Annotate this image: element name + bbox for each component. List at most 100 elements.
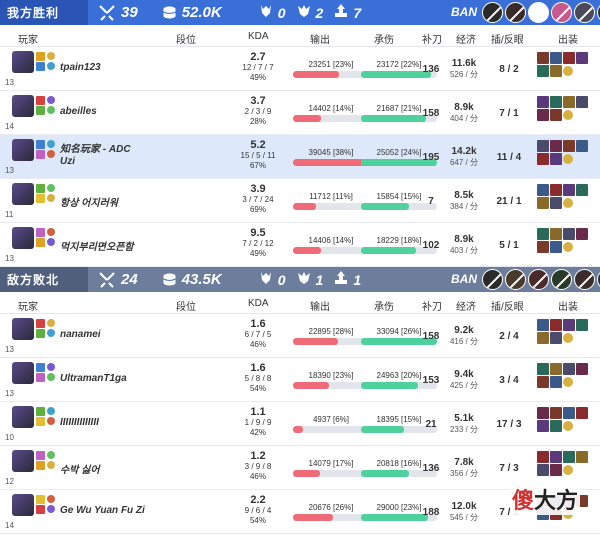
summoner-spell-icon[interactable] <box>36 238 45 247</box>
champion-portrait[interactable] <box>12 51 34 73</box>
summoner-spell-icon[interactable] <box>36 62 45 71</box>
item-icon[interactable] <box>550 319 562 331</box>
player-row[interactable]: 13 nanamei 1.6 6 / 7 / 5 46% 22895 [28%] <box>0 314 600 358</box>
summoner-spell-icon[interactable] <box>36 52 45 61</box>
item-icon[interactable] <box>550 241 562 253</box>
item-icon[interactable] <box>537 96 549 108</box>
trinket-item-icon[interactable] <box>563 377 573 387</box>
item-icon[interactable] <box>563 228 575 240</box>
player-name[interactable]: IIIIIIIIIIIIII <box>60 417 99 428</box>
rune-icon[interactable] <box>47 319 55 327</box>
summoner-spell-icon[interactable] <box>36 106 45 115</box>
item-icon[interactable] <box>550 363 562 375</box>
player-name[interactable]: 항상 어지러워 <box>60 194 118 209</box>
summoner-spell-icon[interactable] <box>36 228 45 237</box>
summoner-spell-icon[interactable] <box>36 407 45 416</box>
item-icon[interactable] <box>537 52 549 64</box>
item-icon[interactable] <box>550 96 562 108</box>
player-row[interactable]: 12 수박 싫어 1.2 3 / 9 / 8 46% 14079 [17%] 2… <box>0 446 600 490</box>
trinket-item-icon[interactable] <box>563 198 573 208</box>
item-icon[interactable] <box>576 96 588 108</box>
trinket-item-icon[interactable] <box>563 465 573 475</box>
item-icon[interactable] <box>537 363 549 375</box>
banned-champion-icon[interactable] <box>505 2 526 23</box>
item-icon[interactable] <box>576 363 588 375</box>
item-icon[interactable] <box>537 464 549 476</box>
rune-icon[interactable] <box>47 363 55 371</box>
item-icon[interactable] <box>576 140 588 152</box>
rune-icon[interactable] <box>47 505 55 513</box>
item-icon[interactable] <box>550 407 562 419</box>
item-icon[interactable] <box>537 332 549 344</box>
rune-icon[interactable] <box>47 140 55 148</box>
item-icon[interactable] <box>550 464 562 476</box>
trinket-item-icon[interactable] <box>563 66 573 76</box>
item-icon[interactable] <box>537 109 549 121</box>
player-name[interactable]: tpain123 <box>60 62 101 73</box>
player-row[interactable]: 11 항상 어지러워 3.9 3 / 7 / 24 69% 11712 [11%… <box>0 179 600 223</box>
item-icon[interactable] <box>563 451 575 463</box>
banned-champion-icon[interactable] <box>574 2 595 23</box>
summoner-spell-icon[interactable] <box>36 184 45 193</box>
summoner-spell-icon[interactable] <box>36 505 45 514</box>
champion-portrait[interactable] <box>12 318 34 340</box>
player-row[interactable]: 13 UltramanT1ga 1.6 5 / 8 / 8 54% 18390 … <box>0 358 600 402</box>
item-icon[interactable] <box>550 52 562 64</box>
rune-icon[interactable] <box>47 52 55 60</box>
item-icon[interactable] <box>537 319 549 331</box>
champion-portrait[interactable] <box>12 406 34 428</box>
item-icon[interactable] <box>576 52 588 64</box>
banned-champion-icon[interactable] <box>574 269 595 290</box>
rune-icon[interactable] <box>47 96 55 104</box>
item-icon[interactable] <box>537 407 549 419</box>
summoner-spell-icon[interactable] <box>36 373 45 382</box>
rune-icon[interactable] <box>47 451 55 459</box>
champion-portrait[interactable] <box>12 183 34 205</box>
player-name[interactable]: nanamei <box>60 329 101 340</box>
item-icon[interactable] <box>537 140 549 152</box>
item-icon[interactable] <box>576 407 588 419</box>
item-icon[interactable] <box>576 228 588 240</box>
champion-portrait[interactable] <box>12 95 34 117</box>
banned-champion-icon[interactable] <box>528 269 549 290</box>
summoner-spell-icon[interactable] <box>36 319 45 328</box>
item-icon[interactable] <box>576 451 588 463</box>
rune-icon[interactable] <box>47 106 55 114</box>
player-row[interactable]: 13 知名玩家 - ADC Uzi 5.2 15 / 5 / 11 67% 39… <box>0 135 600 179</box>
item-icon[interactable] <box>537 197 549 209</box>
item-icon[interactable] <box>550 65 562 77</box>
player-row[interactable]: 13 먹지부리면오픈함 9.5 7 / 2 / 12 49% 14406 [14… <box>0 223 600 267</box>
summoner-spell-icon[interactable] <box>36 495 45 504</box>
player-name[interactable]: UltramanT1ga <box>60 373 127 384</box>
rune-icon[interactable] <box>47 150 55 158</box>
item-icon[interactable] <box>537 451 549 463</box>
rune-icon[interactable] <box>47 495 55 503</box>
item-icon[interactable] <box>550 332 562 344</box>
item-icon[interactable] <box>550 140 562 152</box>
rune-icon[interactable] <box>47 329 55 337</box>
trinket-item-icon[interactable] <box>563 154 573 164</box>
rune-icon[interactable] <box>47 228 55 236</box>
item-icon[interactable] <box>563 407 575 419</box>
player-name[interactable]: abeilles <box>60 106 97 117</box>
item-icon[interactable] <box>550 184 562 196</box>
rune-icon[interactable] <box>47 194 55 202</box>
trinket-item-icon[interactable] <box>563 333 573 343</box>
item-icon[interactable] <box>576 184 588 196</box>
item-icon[interactable] <box>563 96 575 108</box>
champion-portrait[interactable] <box>12 139 34 161</box>
item-icon[interactable] <box>550 228 562 240</box>
player-name[interactable]: 수박 싫어 <box>60 461 100 476</box>
summoner-spell-icon[interactable] <box>36 451 45 460</box>
item-icon[interactable] <box>550 197 562 209</box>
trinket-item-icon[interactable] <box>563 242 573 252</box>
player-name[interactable]: Ge Wu Yuan Fu Zi <box>60 505 145 516</box>
champion-portrait[interactable] <box>12 362 34 384</box>
item-icon[interactable] <box>537 228 549 240</box>
champion-portrait[interactable] <box>12 227 34 249</box>
rune-icon[interactable] <box>47 238 55 246</box>
item-icon[interactable] <box>563 52 575 64</box>
champion-portrait[interactable] <box>12 450 34 472</box>
item-icon[interactable] <box>550 109 562 121</box>
summoner-spell-icon[interactable] <box>36 140 45 149</box>
